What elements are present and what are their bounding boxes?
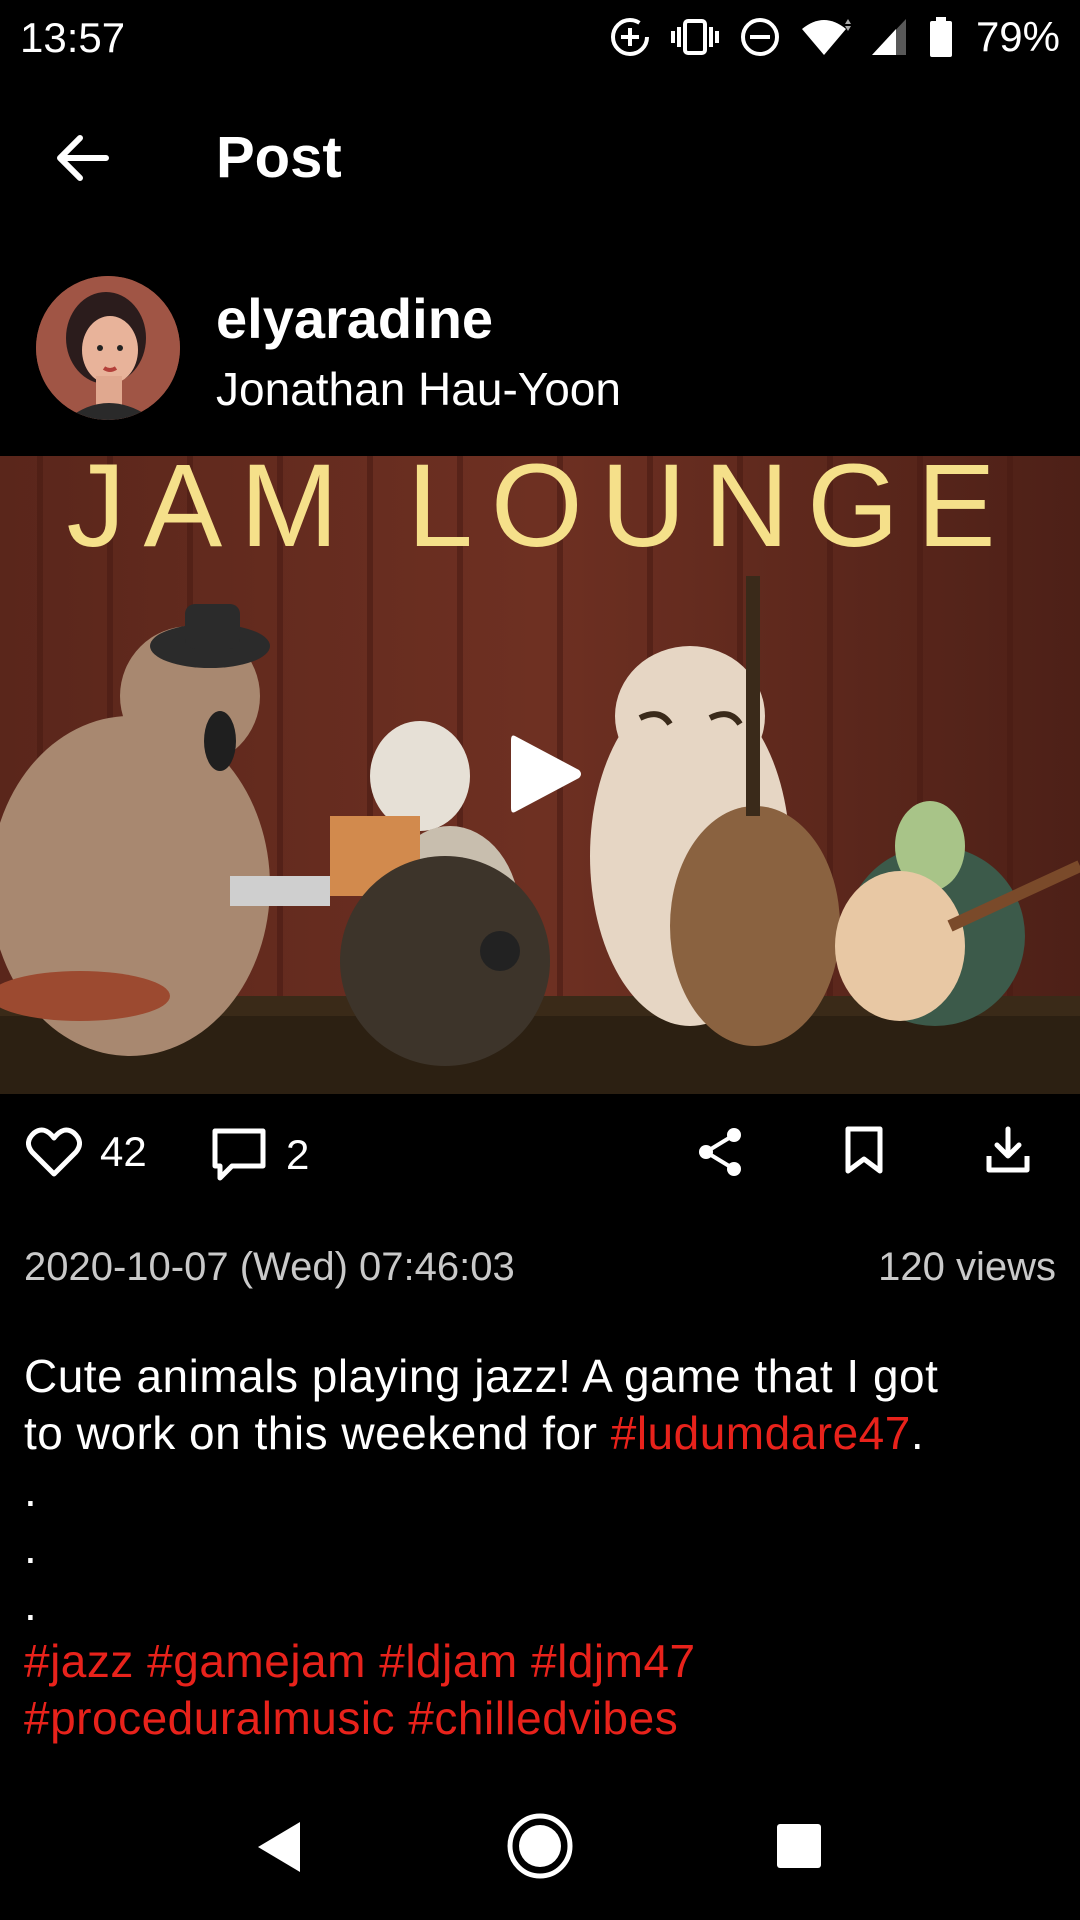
post-caption: Cute animals playing jazz! A game that I…	[24, 1348, 1056, 1747]
caption-line: to work on this weekend for #ludumdare47…	[24, 1405, 1056, 1462]
nav-home-icon	[507, 1813, 573, 1879]
status-time: 13:57	[20, 14, 126, 61]
do-not-disturb-icon	[740, 18, 779, 56]
play-icon	[511, 735, 581, 813]
hashtag-link[interactable]: #chilledvibes	[408, 1692, 678, 1744]
post-meta: 2020-10-07 (Wed) 07:46:03 120 views	[24, 1245, 1056, 1290]
back-button[interactable]	[52, 128, 112, 188]
avatar-image	[36, 276, 180, 420]
nav-recents-icon	[777, 1824, 821, 1868]
data-saver-icon	[610, 18, 649, 56]
wifi-icon	[801, 19, 851, 55]
back-arrow-icon	[57, 135, 109, 181]
comment-action[interactable]: 2	[210, 1126, 309, 1184]
signal-icon	[871, 19, 906, 55]
hashtag-link[interactable]: #ldjm47	[531, 1635, 696, 1687]
nav-back-button[interactable]	[256, 1820, 304, 1879]
bookmark-icon	[845, 1126, 883, 1174]
status-bar: 13:57 79%	[0, 0, 1080, 76]
hashtag-link[interactable]: #gamejam	[147, 1635, 366, 1687]
battery-percent: 79%	[975, 13, 1060, 60]
hashtag-link[interactable]: #jazz	[24, 1635, 134, 1687]
hashtag-link[interactable]: #ldjam	[379, 1635, 518, 1687]
post-author[interactable]: elyaradine Jonathan Hau-Yoon	[0, 270, 1080, 420]
share-button[interactable]	[696, 1126, 744, 1178]
share-icon	[699, 1128, 741, 1176]
post-actions: 42 2	[0, 1118, 1080, 1192]
vibrate-icon	[670, 19, 719, 55]
download-icon	[986, 1126, 1030, 1173]
bookmark-button[interactable]	[844, 1126, 884, 1174]
system-nav-bar	[0, 1806, 1080, 1890]
hashtag-line: #jazz #gamejam #ldjam #ldjm47	[24, 1633, 1056, 1690]
author-name: Jonathan Hau-Yoon	[216, 363, 621, 415]
comment-icon	[212, 1128, 266, 1181]
hashtag-line: #proceduralmusic #chilledvibes	[24, 1690, 1056, 1747]
page-title: Post	[216, 125, 342, 190]
author-username[interactable]: elyaradine	[216, 286, 493, 351]
comment-count: 2	[286, 1131, 310, 1178]
nav-back-icon	[258, 1822, 300, 1872]
sign-text: JAM LOUNGE	[66, 456, 1013, 572]
download-button[interactable]	[986, 1126, 1030, 1174]
like-count: 42	[100, 1128, 147, 1175]
caption-line: Cute animals playing jazz! A game that I…	[24, 1350, 939, 1402]
play-button[interactable]	[505, 732, 585, 816]
caption-text: .	[910, 1407, 925, 1459]
caption-text: to work on this weekend for	[24, 1407, 611, 1459]
hashtag-link[interactable]: #proceduralmusic	[24, 1692, 395, 1744]
like-action[interactable]: 42	[26, 1126, 147, 1178]
view-count: 120 views	[878, 1245, 1056, 1289]
status-icons: 79%	[608, 12, 1060, 62]
hashtag-link[interactable]: #ludumdare47	[611, 1407, 911, 1459]
app-bar: Post	[0, 100, 1080, 216]
caption-dot: .	[24, 1521, 38, 1573]
nav-recents-button[interactable]	[776, 1823, 822, 1874]
caption-dot: .	[24, 1578, 38, 1630]
nav-home-button[interactable]	[506, 1812, 574, 1885]
heart-icon	[26, 1127, 82, 1177]
avatar[interactable]	[36, 276, 180, 420]
post-datetime: 2020-10-07 (Wed) 07:46:03	[24, 1245, 515, 1289]
battery-icon	[929, 17, 952, 57]
caption-dot: .	[24, 1464, 38, 1516]
